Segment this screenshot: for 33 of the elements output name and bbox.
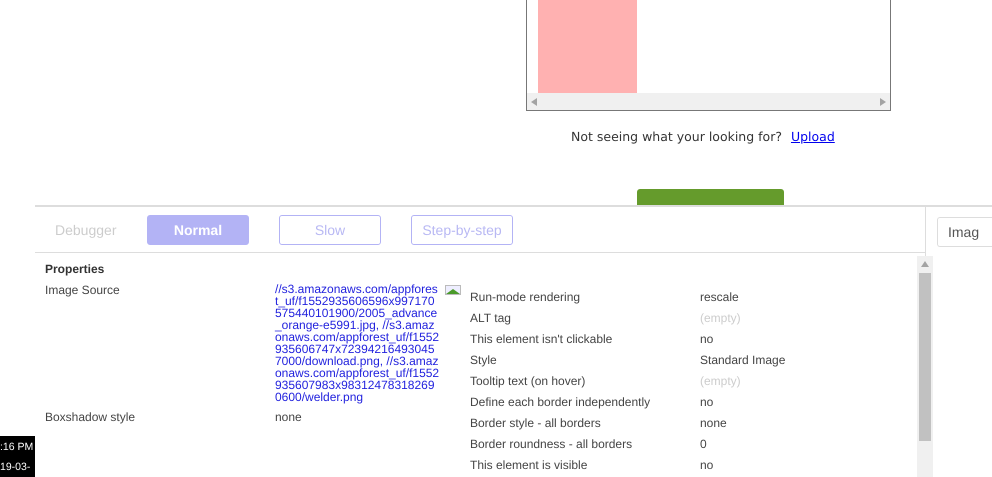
scroll-right-icon[interactable]	[880, 98, 886, 106]
property-label: Define each border independently	[470, 395, 652, 411]
scroll-left-icon[interactable]	[531, 98, 537, 106]
property-value: none	[275, 410, 302, 424]
broken-image-icon	[445, 285, 461, 295]
property-label: Tooltip text (on hover)	[470, 374, 586, 390]
property-value: Standard Image	[700, 353, 786, 369]
property-value: 0	[700, 437, 707, 453]
property-value: rescale	[700, 290, 739, 306]
properties-heading: Properties	[45, 262, 106, 276]
upload-link[interactable]: Upload	[790, 129, 835, 144]
property-label: Border style - all borders	[470, 416, 602, 432]
property-label: Boxshadow style	[45, 410, 136, 424]
horizontal-scrollbar[interactable]	[527, 93, 890, 110]
search-field[interactable]: Imag	[937, 217, 992, 247]
property-label: This element is visible	[470, 458, 588, 474]
prompt-text: Not seeing what your looking for?	[571, 129, 782, 144]
property-label: Style	[470, 353, 498, 369]
vertical-scrollbar[interactable]	[917, 256, 933, 477]
action-button[interactable]	[637, 189, 784, 205]
scroll-up-icon[interactable]	[921, 261, 929, 267]
property-value: no	[700, 395, 714, 411]
taskbar-clock[interactable]: :16 PM 19-03-	[0, 436, 35, 477]
image-source-link[interactable]: //s3.amazonaws.com/appforest_uf/f1552935606596x997170575440101900/2005_advance_orange-e5991.jpg, //s3.amazonaws.com/appforest_uf/f1552935606747x723942164930457000/download.png, //s3.amazonaws.com/appforest_uf/f1552935607983x983124783182690600/welder.png	[275, 283, 440, 403]
property-value: none	[700, 416, 727, 432]
property-value: no	[700, 332, 714, 348]
property-label: Image Source	[45, 283, 121, 299]
property-value: no	[700, 458, 714, 474]
property-label: This element isn't clickable	[470, 332, 614, 348]
property-label: ALT tag	[470, 311, 512, 327]
property-label: Border roundness - all borders	[470, 437, 634, 453]
property-label: Run-mode rendering	[470, 290, 582, 306]
scrollbar-thumb[interactable]	[919, 273, 931, 441]
